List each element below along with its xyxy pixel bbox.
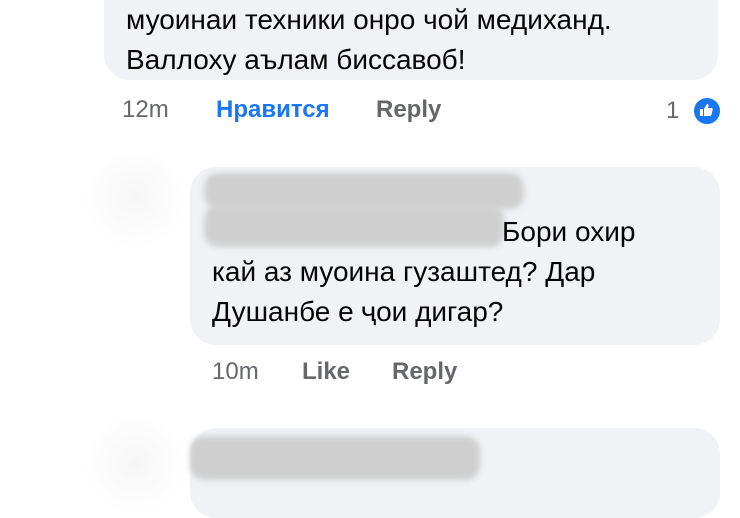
comment-line: муоинаи техники онро чой медиханд. (126, 4, 612, 35)
reply-button[interactable]: Reply (376, 96, 441, 124)
like-button[interactable]: Нравится (216, 96, 330, 124)
comment-line: Душанбе е ҷои дигар? (212, 296, 504, 327)
like-button[interactable]: Like (302, 358, 350, 386)
comment-line: кай аз муоина гузаштед? Дар (212, 256, 596, 287)
comment-bubble: муоинаи техники онро чой медиханд. Валло… (104, 0, 718, 80)
redacted-name (190, 436, 480, 480)
comment-text: муоинаи техники онро чой медиханд. Валло… (126, 0, 612, 80)
comment-bubble (190, 428, 720, 518)
comment-line: Валлоху аълам биссавоб! (126, 44, 466, 75)
redacted-name (204, 173, 524, 209)
comment-timestamp[interactable]: 10m (212, 358, 259, 386)
avatar[interactable] (85, 152, 185, 252)
reaction-count[interactable]: 1 (666, 97, 679, 125)
avatar[interactable] (85, 418, 185, 518)
thumbs-up-icon[interactable] (692, 96, 722, 126)
reply-button[interactable]: Reply (392, 358, 457, 386)
comment-line: Бори охир (502, 216, 636, 247)
comment-timestamp[interactable]: 12m (122, 96, 169, 124)
comment-text: Бори охир кай аз муоина гузаштед? Дар Ду… (212, 212, 710, 332)
comment-bubble: Бори охир кай аз муоина гузаштед? Дар Ду… (190, 167, 720, 345)
